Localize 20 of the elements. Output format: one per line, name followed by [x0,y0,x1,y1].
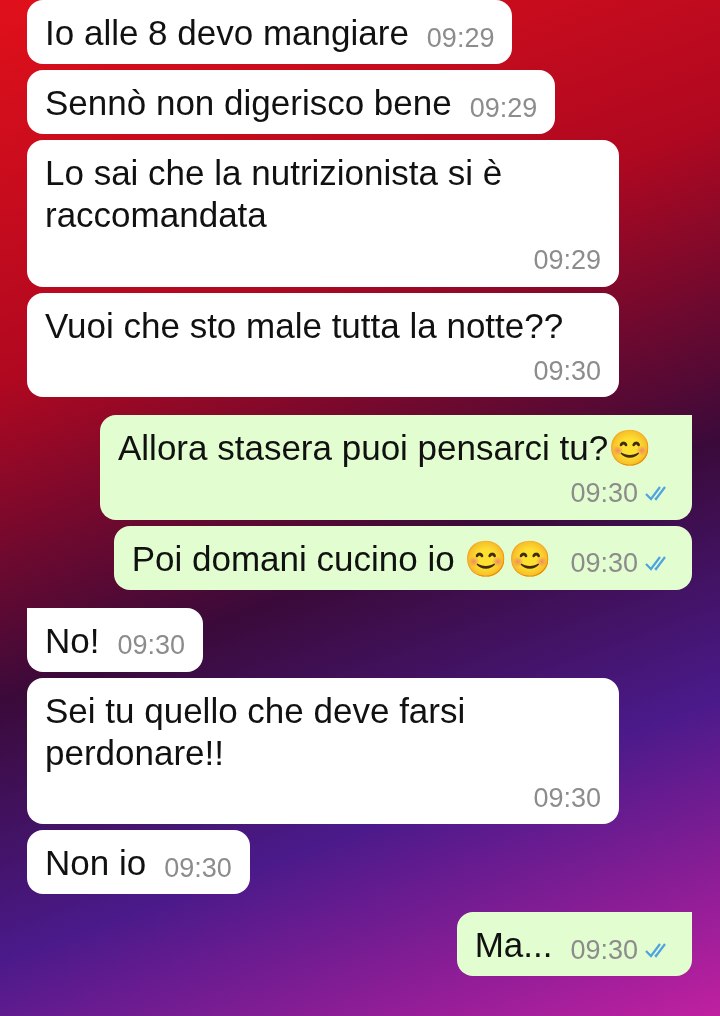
message-text: Allora stasera puoi pensarci tu?😊 [118,427,654,469]
message-text: Ma... [474,924,553,966]
message-text: Poi domani cucino io 😊😊 [131,537,553,580]
message-text: Lo sai che la nutrizionista si è raccomandata [45,152,504,236]
message-text: Non io [45,842,147,884]
message-time: 09:30 [164,851,232,885]
message-time: 09:29 [533,244,601,277]
message-time: 09:30 [533,781,601,815]
message-text: Vuoi che sto male tutta la notte?? [45,304,565,347]
message-text: No! [45,619,100,662]
message-time: 09:30 [570,933,638,967]
message-text: Io alle 8 devo mangiare [45,12,409,54]
message-time: 09:29 [469,91,538,125]
message-time: 09:29 [426,21,495,55]
message-time: 09:30 [117,629,186,662]
message-text: Sennò non digerisco bene [45,82,452,124]
message-text: Sei tu quello che deve farsi perdonare!! [45,689,467,774]
message-time: 09:30 [570,547,638,580]
message-time: 09:30 [533,354,601,388]
message-time: 09:30 [570,477,638,510]
